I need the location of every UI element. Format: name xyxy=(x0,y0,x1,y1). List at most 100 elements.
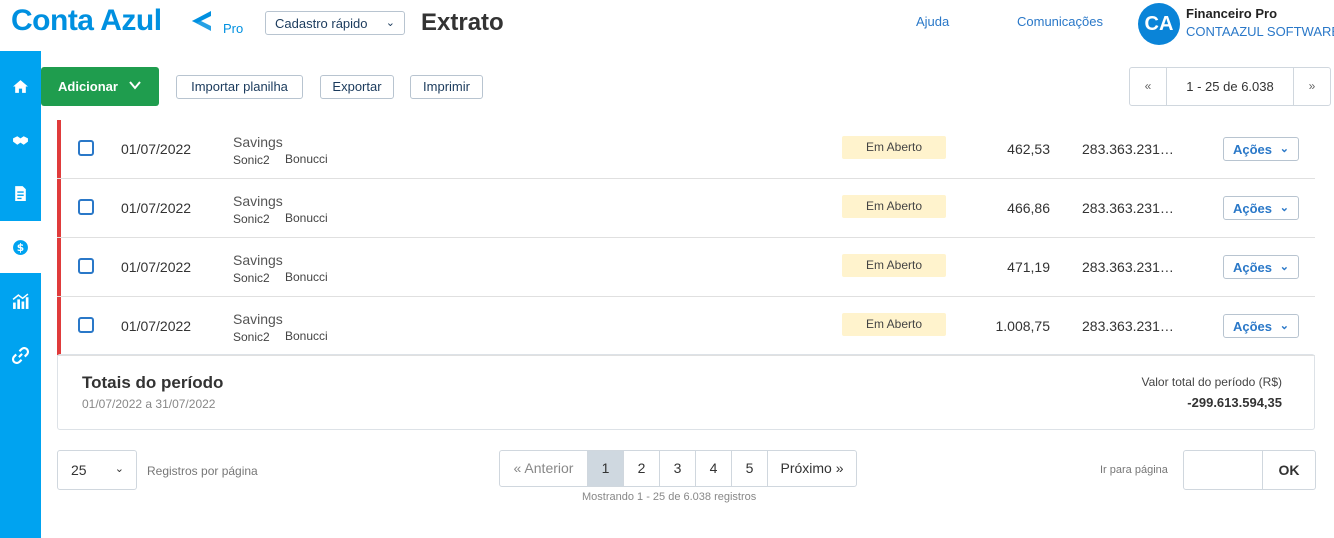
sidebar-item-home[interactable] xyxy=(0,60,41,112)
top-pager-next[interactable]: » xyxy=(1293,68,1330,105)
pagination-next[interactable]: Próximo » xyxy=(768,451,856,486)
table-row: 01/07/2022 Savings Sonic2 Bonucci Em Abe… xyxy=(57,238,1315,297)
document-icon xyxy=(15,185,26,201)
sidebar-item-documents[interactable] xyxy=(0,167,41,219)
svg-text:$: $ xyxy=(17,241,24,254)
row-marker xyxy=(57,238,61,296)
row-date: 01/07/2022 xyxy=(121,259,192,275)
avatar[interactable]: CA xyxy=(1138,3,1180,45)
row-marker xyxy=(57,179,61,237)
logo-mark-icon xyxy=(192,11,211,31)
actions-button[interactable]: Ações ⌄ xyxy=(1223,137,1299,161)
totals-label: Valor total do período (R$) xyxy=(1141,375,1282,389)
table-row: 01/07/2022 Savings Sonic2 Bonucci Em Abe… xyxy=(57,297,1315,356)
row-checkbox[interactable] xyxy=(78,199,94,215)
row-contact: Bonucci xyxy=(285,329,328,343)
statement-list: 01/07/2022 Savings Sonic2 Bonucci Em Abe… xyxy=(57,120,1315,356)
actions-label: Ações xyxy=(1233,319,1273,334)
help-link[interactable]: Ajuda xyxy=(916,14,949,29)
row-checkbox[interactable] xyxy=(78,317,94,333)
actions-label: Ações xyxy=(1233,142,1273,157)
row-contact: Bonucci xyxy=(285,152,328,166)
chevron-down-icon: ⌄ xyxy=(1279,261,1289,273)
row-date: 01/07/2022 xyxy=(121,200,192,216)
pagination-page-3[interactable]: 3 xyxy=(660,451,696,486)
add-button[interactable]: Adicionar xyxy=(41,67,159,106)
row-value: 1.008,75 xyxy=(995,318,1051,334)
chevron-down-icon: ⌄ xyxy=(385,17,395,29)
goto-page-input[interactable] xyxy=(1183,450,1263,490)
pagination-prev[interactable]: « Anterior xyxy=(500,451,588,486)
row-balance: 283.363.231… xyxy=(1082,200,1174,216)
handshake-icon xyxy=(13,135,28,145)
period-totals: Totais do período 01/07/2022 a 31/07/202… xyxy=(57,354,1315,430)
row-balance: 283.363.231… xyxy=(1082,141,1174,157)
print-button[interactable]: Imprimir xyxy=(410,75,483,99)
row-value: 466,86 xyxy=(1007,200,1050,216)
row-contact: Bonucci xyxy=(285,211,328,225)
status-badge: Em Aberto xyxy=(842,254,946,277)
table-row: 01/07/2022 Savings Sonic2 Bonucci Em Abe… xyxy=(57,179,1315,238)
per-page-label: Registros por página xyxy=(147,464,258,478)
goto-page-ok-button[interactable]: OK xyxy=(1262,450,1316,490)
sidebar-item-reports[interactable] xyxy=(0,275,41,327)
sidebar-item-sales[interactable] xyxy=(0,114,41,166)
top-pager: « 1 - 25 de 6.038 » xyxy=(1129,67,1331,106)
actions-button[interactable]: Ações ⌄ xyxy=(1223,314,1299,338)
company-name[interactable]: CONTAAZUL SOFTWARE xyxy=(1186,24,1334,39)
showing-summary: Mostrando 1 - 25 de 6.038 registros xyxy=(582,491,757,503)
actions-label: Ações xyxy=(1233,260,1273,275)
home-icon xyxy=(13,79,28,93)
row-marker xyxy=(57,120,61,178)
row-contact: Bonucci xyxy=(285,270,328,284)
row-description: Savings xyxy=(233,252,283,268)
row-description: Savings xyxy=(233,311,283,327)
row-checkbox[interactable] xyxy=(78,140,94,156)
row-category: Sonic2 xyxy=(233,153,270,167)
per-page-value: 25 xyxy=(71,462,87,478)
totals-value: -299.613.594,35 xyxy=(1187,395,1282,410)
row-value: 471,19 xyxy=(1007,259,1050,275)
row-checkbox[interactable] xyxy=(78,258,94,274)
logo-tier: Pro xyxy=(223,21,244,36)
goto-page-label: Ir para página xyxy=(1100,464,1168,476)
chevron-down-icon: ⌄ xyxy=(1279,202,1289,214)
pagination-page-4[interactable]: 4 xyxy=(696,451,732,486)
add-button-label: Adicionar xyxy=(58,79,118,94)
import-spreadsheet-button[interactable]: Importar planilha xyxy=(176,75,303,99)
pagination-page-2[interactable]: 2 xyxy=(624,451,660,486)
export-button[interactable]: Exportar xyxy=(320,75,394,99)
status-badge: Em Aberto xyxy=(842,195,946,218)
user-name[interactable]: Financeiro Pro xyxy=(1186,6,1277,21)
money-icon: $ xyxy=(13,239,28,255)
sidebar-item-integrations[interactable] xyxy=(0,329,41,381)
logo[interactable]: Conta Azul xyxy=(11,4,162,38)
communications-link[interactable]: Comunicações xyxy=(1017,14,1103,29)
row-balance: 283.363.231… xyxy=(1082,259,1174,275)
top-header: Conta Azul Pro Cadastro rápido ⌄ Extrato… xyxy=(0,0,1334,51)
actions-button[interactable]: Ações ⌄ xyxy=(1223,255,1299,279)
quick-register-dropdown[interactable]: Cadastro rápido ⌄ xyxy=(265,11,405,35)
top-pager-prev[interactable]: « xyxy=(1130,68,1167,105)
row-category: Sonic2 xyxy=(233,212,270,226)
actions-button[interactable]: Ações ⌄ xyxy=(1223,196,1299,220)
actions-label: Ações xyxy=(1233,201,1273,216)
row-value: 462,53 xyxy=(1007,141,1050,157)
page-title: Extrato xyxy=(421,9,504,36)
totals-title: Totais do período xyxy=(82,373,224,392)
row-date: 01/07/2022 xyxy=(121,141,192,157)
pagination-page-5[interactable]: 5 xyxy=(732,451,768,486)
per-page-select[interactable]: 25 ⌄ xyxy=(57,450,137,490)
pagination-page-1[interactable]: 1 xyxy=(588,451,624,486)
status-badge: Em Aberto xyxy=(842,136,946,159)
chevron-down-icon: ⌄ xyxy=(1279,143,1289,155)
sidebar-item-finance[interactable]: $ xyxy=(0,221,41,273)
row-category: Sonic2 xyxy=(233,271,270,285)
row-date: 01/07/2022 xyxy=(121,318,192,334)
chevron-down-icon: ⌄ xyxy=(1279,320,1289,332)
status-badge: Em Aberto xyxy=(842,313,946,336)
table-row: 01/07/2022 Savings Sonic2 Bonucci Em Abe… xyxy=(57,120,1315,179)
link-icon xyxy=(12,346,29,364)
row-category: Sonic2 xyxy=(233,330,270,344)
row-balance: 283.363.231… xyxy=(1082,318,1174,334)
